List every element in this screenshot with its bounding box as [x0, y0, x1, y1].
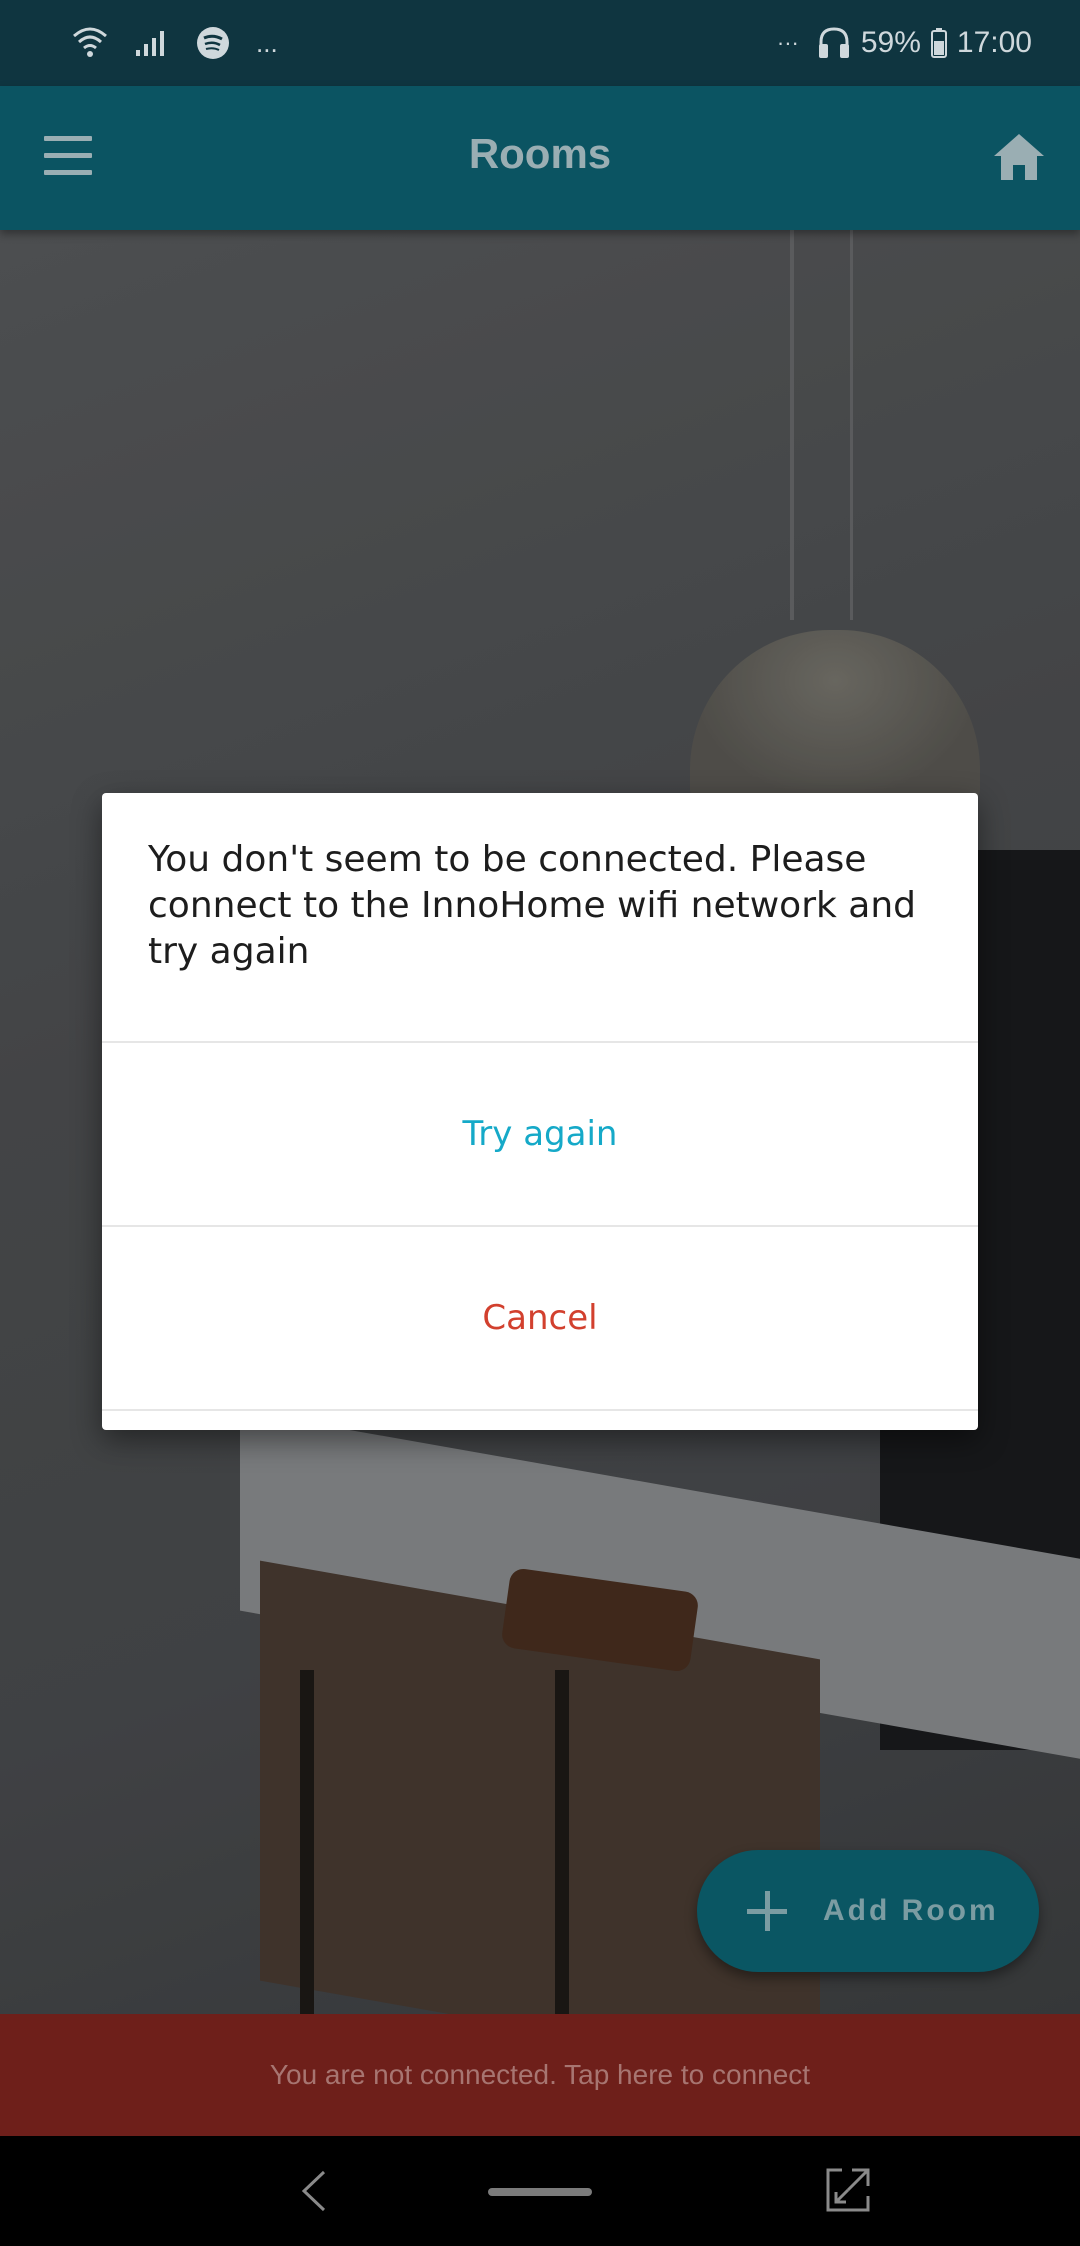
status-right-icons: ··· 59% 17:00: [777, 26, 1032, 60]
status-bar: ... ··· 59% 17:00: [0, 0, 1080, 86]
cancel-button[interactable]: Cancel: [102, 1227, 978, 1409]
status-more-text: ...: [256, 27, 278, 58]
add-room-button[interactable]: Add Room: [697, 1850, 1039, 1972]
try-again-button[interactable]: Try again: [102, 1043, 978, 1225]
back-icon[interactable]: [296, 2166, 332, 2216]
page-title: Rooms: [468, 130, 612, 177]
signal-icon: [134, 28, 170, 58]
plus-icon: [747, 1891, 787, 1931]
clock: 17:00: [956, 26, 1032, 59]
battery-icon: [930, 28, 947, 58]
app-bar: Rooms: [0, 86, 1080, 230]
spotify-icon: [196, 26, 230, 60]
connection-dialog: You don't seem to be connected. Please c…: [102, 793, 978, 1430]
status-left-icons: ...: [72, 26, 278, 60]
dialog-message: You don't seem to be connected. Please c…: [148, 839, 917, 972]
connection-snackbar[interactable]: You are not connected. Tap here to conne…: [0, 2014, 1080, 2136]
add-room-label: Add Room: [823, 1894, 999, 1927]
snackbar-text: You are not connected. Tap here to conne…: [269, 2059, 811, 2090]
dialog-divider: [102, 1409, 978, 1411]
screen-switch-icon[interactable]: [824, 2166, 872, 2214]
home-pill-icon[interactable]: [488, 2188, 592, 2196]
headphones-icon: [817, 26, 851, 60]
status-notif-dots: ···: [776, 30, 799, 55]
battery-percent: 59%: [860, 26, 921, 59]
home-icon[interactable]: [992, 132, 1046, 182]
system-nav-bar: [0, 2136, 1080, 2246]
wifi-icon: [72, 26, 108, 60]
